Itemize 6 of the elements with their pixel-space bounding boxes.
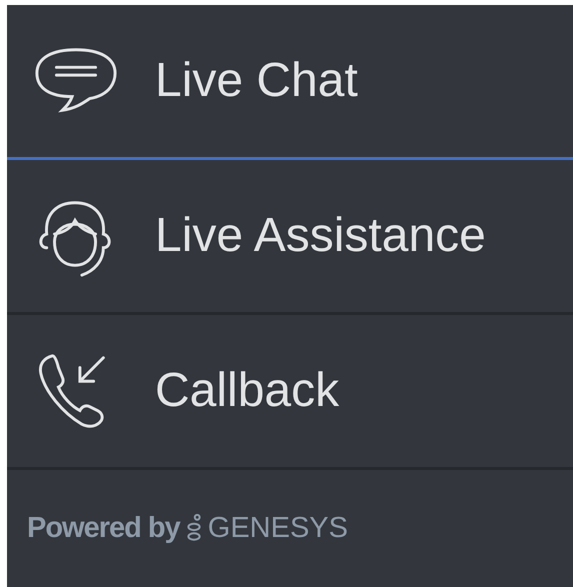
brand-logo-text: GENESYS bbox=[208, 510, 348, 546]
menu-item[interactable]: Live Assistance bbox=[7, 160, 573, 315]
menu-item[interactable]: Live Chat bbox=[7, 5, 573, 160]
powered-by-text: Powered by bbox=[27, 510, 180, 546]
menu-item[interactable]: Callback bbox=[7, 315, 573, 470]
logo-icon bbox=[186, 514, 202, 543]
